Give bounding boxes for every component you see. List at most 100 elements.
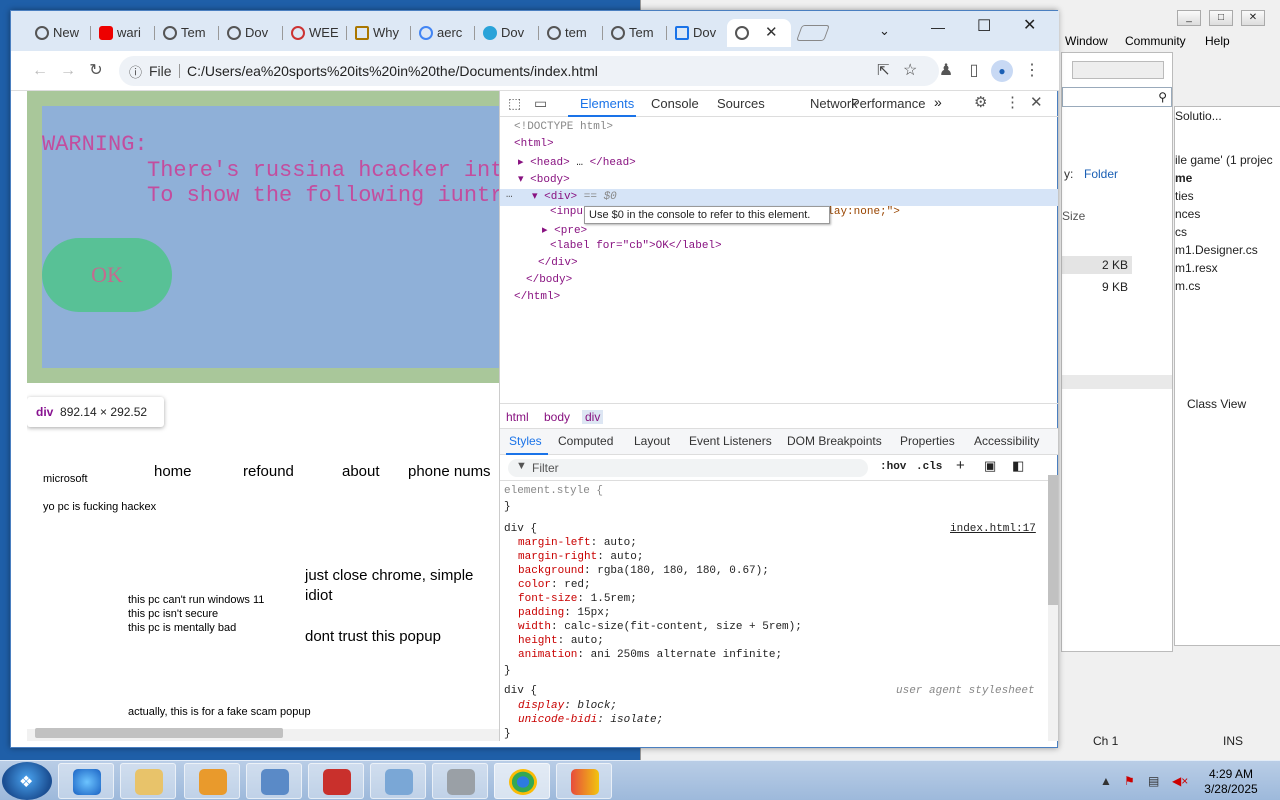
vs-menu-community[interactable]: Community (1125, 34, 1186, 48)
taskbar-app[interactable] (432, 763, 488, 799)
css-property-row[interactable]: margin-left: auto; (518, 537, 637, 549)
browser-tab[interactable]: Dov (477, 19, 539, 47)
dom-pre-row[interactable]: ▸ <pre> (542, 223, 587, 237)
tab-event-listeners[interactable]: Event Listeners (689, 434, 772, 448)
css-property-value[interactable]: auto; (604, 537, 637, 549)
url-text[interactable]: C:/Users/ea%20sports%20its%20in%20the/Do… (187, 63, 598, 79)
dom-head-row[interactable]: ▸ <head> … </head> (518, 155, 636, 169)
page-hscroll-thumb[interactable] (35, 728, 283, 738)
tab-styles[interactable]: Styles (509, 434, 542, 448)
css-property-name[interactable]: animation (518, 649, 577, 661)
css-property-row[interactable]: margin-right: auto; (518, 551, 643, 563)
css-property-row[interactable]: height: auto; (518, 635, 604, 647)
taskbar-ie[interactable] (58, 763, 114, 799)
css-property-name[interactable]: width (518, 621, 551, 633)
css-property-name[interactable]: color (518, 579, 551, 591)
system-clock[interactable]: 4:29 AM 3/28/2025 (1196, 767, 1266, 797)
minimize-icon[interactable]: — (931, 19, 945, 35)
tab-properties[interactable]: Properties (900, 434, 955, 448)
css-property-row[interactable]: animation: ani 250ms alternate infinite; (518, 649, 782, 661)
vs-maximize-button[interactable]: □ (1209, 10, 1233, 26)
close-window-icon[interactable]: ✕ (1023, 15, 1036, 35)
browser-tab[interactable]: Tem (157, 19, 219, 47)
dom-html-open[interactable]: <html> (514, 138, 554, 150)
css-property-value[interactable]: calc-size(fit-content, size + 5rem); (564, 621, 802, 633)
kebab-menu-icon[interactable]: ⋮ (1005, 93, 1020, 111)
vs-sol-item[interactable]: nces (1175, 207, 1200, 221)
css-property-name[interactable]: unicode-bidi (518, 714, 597, 726)
crumb-div[interactable]: div (582, 410, 604, 424)
css-property-value[interactable]: isolate; (610, 714, 663, 726)
active-browser-tab[interactable]: ✕ (727, 19, 791, 47)
css-property-name[interactable]: display (518, 700, 564, 712)
ok-button[interactable]: OK (42, 238, 172, 312)
css-property-row[interactable]: font-size: 1.5rem; (518, 593, 637, 605)
vs-sol-item[interactable]: ties (1175, 189, 1194, 203)
css-property-name[interactable]: background (518, 565, 584, 577)
vs-folder-dropdown[interactable]: Folder (1084, 167, 1118, 181)
info-icon[interactable]: ⓘ (129, 62, 142, 81)
vs-sol-item[interactable]: ile game' (1 projec (1175, 153, 1273, 167)
dom-div-close[interactable]: </div> (538, 257, 578, 269)
taskbar-media[interactable] (184, 763, 240, 799)
share-icon[interactable]: ⇱ (877, 61, 890, 79)
collapse-arrow-icon[interactable]: ▾ (532, 191, 538, 203)
bookmark-star-icon[interactable]: ☆ (903, 60, 917, 80)
vs-sol-item[interactable]: m.cs (1175, 279, 1200, 293)
css-property-value[interactable]: red; (564, 579, 590, 591)
dom-body-close[interactable]: </body> (526, 274, 572, 286)
start-button[interactable]: ❖ (2, 762, 52, 800)
forward-icon[interactable]: → (59, 62, 77, 80)
dom-label-row[interactable]: <label for="cb">OK</label> (550, 240, 722, 252)
browser-tab[interactable]: Dov (221, 19, 283, 47)
styles-filter-input[interactable]: Filter (508, 459, 868, 477)
paint-icon[interactable]: ▣ (984, 458, 996, 474)
row-menu-icon[interactable]: … (506, 189, 513, 201)
browser-tab[interactable]: wari (93, 19, 155, 47)
more-tabs-icon[interactable]: » (934, 94, 942, 110)
device-toolbar-icon[interactable]: ▭ (534, 95, 547, 112)
css-property-value[interactable]: block; (577, 700, 617, 712)
cls-button[interactable]: .cls (916, 461, 942, 473)
tray-flag-icon[interactable]: ⚑ (1124, 774, 1135, 788)
taskbar-explorer[interactable] (120, 763, 176, 799)
dom-doctype[interactable]: <!DOCTYPE html> (514, 121, 613, 133)
expand-arrow-icon[interactable]: ▸ (542, 225, 548, 237)
menu-kebab-icon[interactable]: ⋮ (1023, 62, 1041, 80)
settings-gear-icon[interactable]: ⚙ (974, 93, 987, 111)
tab-accessibility[interactable]: Accessibility (974, 434, 1039, 448)
css-property-row[interactable]: unicode-bidi: isolate; (518, 714, 663, 726)
element-style-selector[interactable]: element.style { (504, 485, 603, 497)
tab-console[interactable]: Console (651, 96, 699, 111)
browser-tab[interactable]: Why (349, 19, 411, 47)
css-property-row[interactable]: padding: 15px; (518, 607, 610, 619)
browser-tab[interactable]: aerc (413, 19, 475, 47)
tray-network-icon[interactable]: ▤ (1148, 774, 1159, 788)
dom-div-row[interactable]: ▾ <div> == $0 (532, 189, 617, 203)
css-property-row[interactable]: color: red; (518, 579, 591, 591)
rule-source-link[interactable]: index.html:17 (950, 523, 1036, 535)
sidebar-toggle-icon[interactable]: ◧ (1012, 458, 1024, 474)
reload-icon[interactable]: ↻ (87, 62, 105, 80)
profile-avatar-icon[interactable]: ● (991, 60, 1013, 82)
new-rule-icon[interactable]: + (956, 457, 965, 474)
tab-search-icon[interactable]: ⌄ (879, 23, 890, 39)
css-property-value[interactable]: 1.5rem; (591, 593, 637, 605)
tray-expand-icon[interactable]: ▲ (1100, 774, 1112, 788)
vs-class-view-tab[interactable]: Class View (1187, 397, 1246, 411)
expand-arrow-icon[interactable]: ▸ (518, 157, 524, 169)
browser-tab[interactable]: Dov (669, 19, 731, 47)
vs-close-button[interactable]: ✕ (1241, 10, 1265, 26)
css-property-row[interactable]: background: rgba(180, 180, 180, 0.67); (518, 565, 769, 577)
vs-hscrollbar[interactable] (1062, 375, 1172, 389)
css-property-value[interactable]: auto; (571, 635, 604, 647)
dom-html-close[interactable]: </html> (514, 291, 560, 303)
tray-volume-icon[interactable]: ◀× (1172, 774, 1188, 788)
nav-link-about[interactable]: about (342, 463, 380, 480)
maximize-icon[interactable]: ☐ (977, 16, 991, 36)
vs-menu-help[interactable]: Help (1205, 34, 1230, 48)
nav-link-home[interactable]: home (154, 463, 192, 480)
browser-tab[interactable]: tem (541, 19, 603, 47)
css-property-name[interactable]: height (518, 635, 558, 647)
nav-link-phone-nums[interactable]: phone nums (408, 463, 491, 480)
